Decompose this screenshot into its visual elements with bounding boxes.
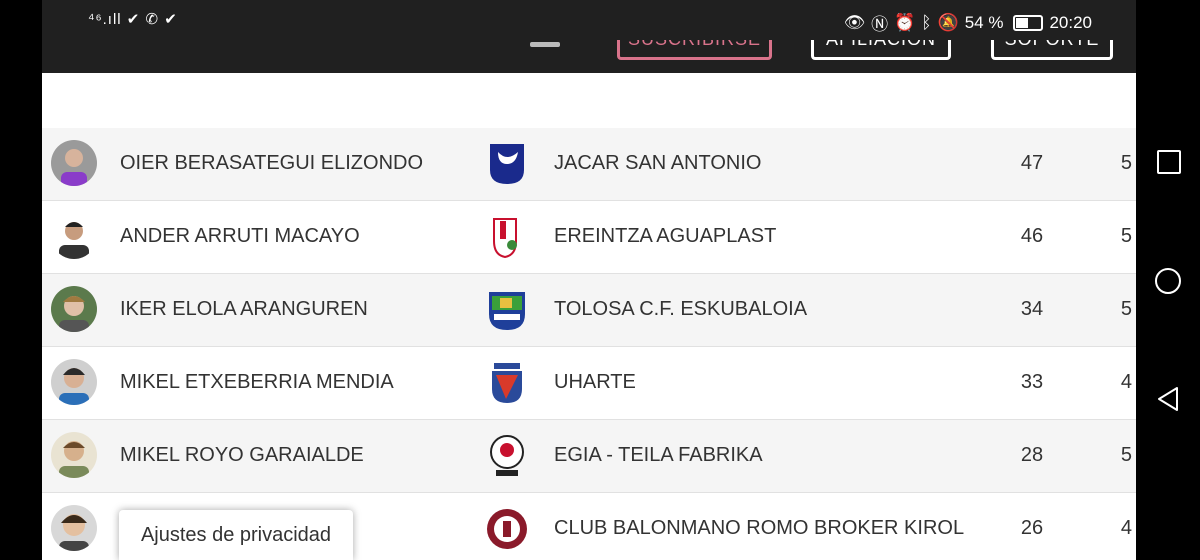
shield-blue-icon bbox=[486, 142, 528, 186]
status-right: 👁 Ⓝ ⏰ ᛒ 🔕 54 % 20:20 bbox=[844, 10, 1092, 35]
games-played: 5 bbox=[1120, 444, 1132, 466]
games-played: 5 bbox=[1120, 225, 1132, 247]
table-row[interactable]: IKER ELOLA ARANGUREN TOLOSA C.F. ESKUBAL… bbox=[42, 274, 1136, 347]
battery-percent: 54 % bbox=[964, 12, 1004, 32]
recent-apps-icon[interactable] bbox=[1157, 150, 1181, 174]
avatar bbox=[51, 213, 97, 259]
player-name: OIER BERASATEGUI ELIZONDO bbox=[120, 152, 424, 174]
points: 34 bbox=[1020, 298, 1044, 320]
player-name: MIKEL ETXEBERRIA MENDIA bbox=[120, 371, 394, 393]
nfc-icon: Ⓝ bbox=[871, 15, 889, 34]
player-name: ANDER ARRUTI MACAYO bbox=[120, 225, 360, 247]
battery-fill bbox=[1016, 17, 1029, 28]
menu-icon[interactable] bbox=[530, 42, 560, 47]
team-name: JACAR SAN ANTONIO bbox=[554, 152, 762, 174]
status-bar: ⁴⁶.ıll ✔ ✆ ✔ 👁 Ⓝ ⏰ ᛒ 🔕 54 % 20:20 bbox=[42, 0, 1136, 40]
clock: 20:20 bbox=[1049, 12, 1092, 32]
team-name: CLUB BALONMANO ROMO BROKER KIROL bbox=[554, 517, 965, 539]
avatar bbox=[51, 140, 97, 186]
ball-egia-icon bbox=[486, 434, 528, 478]
avatar bbox=[51, 505, 97, 551]
player-name: IKER ELOLA ARANGUREN bbox=[120, 298, 368, 320]
table-row[interactable]: ANDER ARRUTI MACAYO EREINTZA AGUAPLAST 4… bbox=[42, 201, 1136, 274]
back-icon[interactable] bbox=[1156, 386, 1180, 416]
points: 28 bbox=[1020, 444, 1044, 466]
alarm-icon: ⏰ bbox=[894, 12, 916, 32]
points: 46 bbox=[1020, 225, 1044, 247]
points: 47 bbox=[1020, 152, 1044, 174]
affiliation-button[interactable]: AFILIACIÓN bbox=[811, 40, 951, 60]
support-button[interactable]: SOPORTE bbox=[991, 40, 1113, 60]
system-navigation-bar bbox=[1136, 0, 1200, 560]
seal-romo-icon bbox=[486, 507, 528, 551]
table-row[interactable]: OIER BERASATEGUI ELIZONDO JACAR SAN ANTO… bbox=[42, 128, 1136, 201]
mute-icon: 🔕 bbox=[937, 12, 959, 32]
games-played: 4 bbox=[1120, 371, 1132, 393]
team-name: EGIA - TEILA FABRIKA bbox=[554, 444, 763, 466]
points: 33 bbox=[1020, 371, 1044, 393]
games-played: 5 bbox=[1120, 152, 1132, 174]
player-name: MIKEL ROYO GARAIALDE bbox=[120, 444, 364, 466]
table-row[interactable]: MIKEL ROYO GARAIALDE EGIA - TEILA FABRIK… bbox=[42, 420, 1136, 493]
team-name: UHARTE bbox=[554, 371, 636, 393]
shield-castle-icon bbox=[486, 288, 528, 332]
team-name: TOLOSA C.F. ESKUBALOIA bbox=[554, 298, 808, 320]
scorers-table: OIER BERASATEGUI ELIZONDO JACAR SAN ANTO… bbox=[42, 128, 1136, 560]
shield-uharte-icon bbox=[486, 361, 528, 405]
eye-icon: 👁 bbox=[843, 12, 866, 32]
app-screen: ⁴⁶.ıll ✔ ✆ ✔ 👁 Ⓝ ⏰ ᛒ 🔕 54 % 20:20 SUSCRI… bbox=[42, 0, 1136, 560]
status-left-icons: ⁴⁶.ıll ✔ ✆ ✔ bbox=[88, 11, 178, 28]
subscribe-button[interactable]: SUSCRIBIRSE bbox=[617, 40, 772, 60]
team-name: EREINTZA AGUAPLAST bbox=[554, 225, 777, 247]
games-played: 4 bbox=[1120, 517, 1132, 539]
table-row[interactable]: MIKEL ETXEBERRIA MENDIA UHARTE 33 4 bbox=[42, 347, 1136, 420]
avatar bbox=[51, 286, 97, 332]
avatar bbox=[51, 432, 97, 478]
avatar bbox=[51, 359, 97, 405]
games-played: 5 bbox=[1120, 298, 1132, 320]
site-navbar: SUSCRIBIRSE AFILIACIÓN SOPORTE bbox=[42, 40, 1136, 73]
privacy-settings-button[interactable]: Ajustes de privacidad bbox=[119, 510, 353, 560]
shield-red-icon bbox=[486, 215, 528, 259]
battery-icon bbox=[1013, 14, 1044, 31]
home-icon[interactable] bbox=[1155, 268, 1181, 294]
points: 26 bbox=[1020, 517, 1044, 539]
bluetooth-icon: ᛒ bbox=[921, 12, 932, 32]
